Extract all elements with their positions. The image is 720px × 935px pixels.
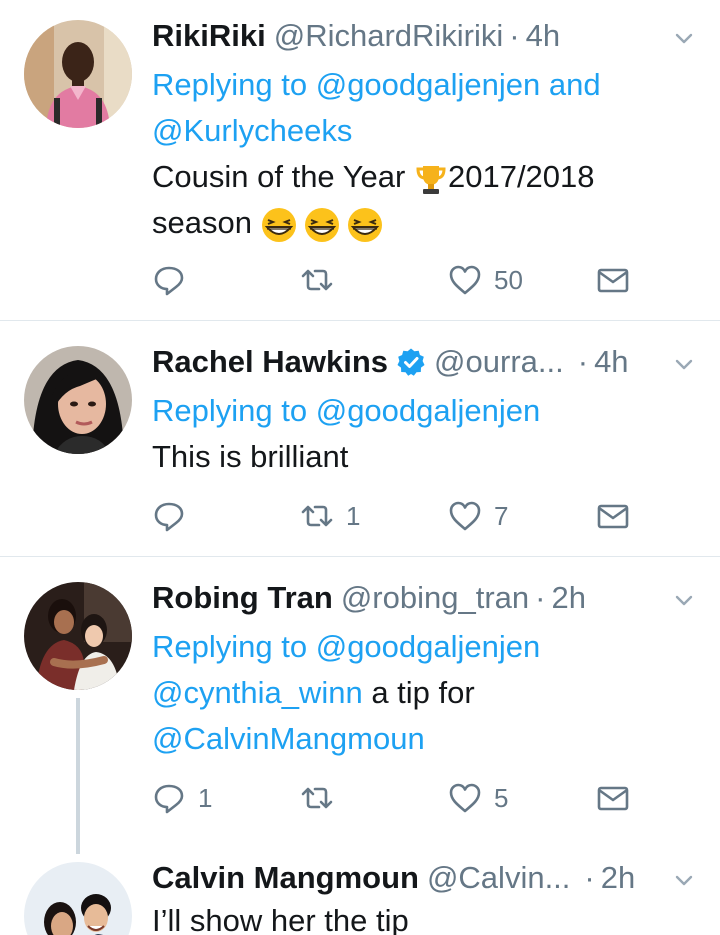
tweet-text-part: I’ll show her the tip: [152, 903, 409, 935]
retweet-button[interactable]: 1: [300, 496, 360, 536]
envelope-icon: [597, 268, 629, 293]
replying-label: Replying to: [152, 67, 308, 102]
replying-label: Replying to: [152, 629, 308, 664]
reply-icon: [154, 266, 184, 296]
tweet-text-part: 2017/2018: [447, 159, 595, 194]
display-name[interactable]: Calvin Mangmoun: [152, 856, 419, 900]
like-count: 7: [494, 500, 509, 531]
mention-link[interactable]: @goodgaljenjen: [316, 629, 541, 664]
tweet-text-line2: season: [152, 200, 385, 246]
tweet-robing[interactable]: Robing Tran @robing_tran · 2h Replying t…: [0, 576, 720, 836]
user-handle[interactable]: @Calvin...: [427, 856, 570, 900]
timestamp[interactable]: 2h: [601, 856, 635, 900]
envelope-icon: [597, 786, 629, 811]
tweet-divider: [0, 556, 720, 557]
tweet-header: Calvin Mangmoun @Calvin... · 2h: [152, 856, 635, 900]
tweet-text-part: a tip for: [371, 675, 475, 710]
mention-link[interactable]: @CalvinMangmoun: [152, 721, 425, 756]
user-handle[interactable]: @ourra...: [434, 340, 564, 384]
heart-icon: [449, 501, 481, 531]
envelope-icon: [597, 504, 629, 529]
display-name[interactable]: Rachel Hawkins: [152, 340, 388, 384]
verified-badge-icon: [397, 348, 425, 376]
chevron-down-icon[interactable]: [672, 868, 696, 892]
tweet-riki[interactable]: RikiRiki @RichardRikiriki · 4h Replying …: [0, 14, 720, 314]
tweet-actions: 1 7: [152, 496, 652, 536]
chevron-down-icon[interactable]: [672, 588, 696, 612]
chevron-down-icon[interactable]: [672, 352, 696, 376]
retweet-count: 1: [346, 500, 361, 531]
mention-link[interactable]: @goodgaljenjen: [316, 67, 541, 102]
tweet-header: Rachel Hawkins @ourra... · 4h: [152, 340, 629, 384]
replying-to: Replying to @goodgaljenjen: [152, 388, 540, 434]
like-button[interactable]: 7: [448, 496, 508, 536]
dm-button[interactable]: [596, 778, 630, 818]
separator-dot: ·: [509, 18, 520, 53]
tweet-text-part: Cousin of the Year: [152, 159, 406, 194]
tweet-divider: [0, 320, 720, 321]
replying-to-cont: @Kurlycheeks: [152, 108, 352, 154]
timestamp[interactable]: 2h: [551, 576, 585, 620]
avatar[interactable]: [24, 862, 132, 935]
avatar[interactable]: [24, 582, 132, 690]
avatar[interactable]: [24, 20, 132, 128]
tweet-text-part: season: [152, 205, 252, 240]
reply-icon: [154, 502, 184, 532]
like-count: 5: [494, 782, 509, 813]
tweet-actions: 1 5: [152, 778, 652, 818]
separator-dot: ·: [577, 344, 589, 379]
mention-link[interactable]: @goodgaljenjen: [316, 393, 541, 428]
chevron-down-icon[interactable]: [672, 26, 696, 50]
user-handle[interactable]: @RichardRikiriki: [274, 14, 504, 58]
reply-button[interactable]: [152, 496, 198, 536]
heart-icon: [449, 783, 481, 813]
separator-dot: ·: [535, 580, 546, 615]
retweet-button[interactable]: [300, 778, 346, 818]
replying-to: Replying to @goodgaljenjen and: [152, 62, 601, 108]
reply-icon: [154, 784, 184, 814]
tweet-text: I’ll show her the tip: [152, 898, 409, 935]
avatar[interactable]: [24, 346, 132, 454]
tweet-header: RikiRiki @RichardRikiriki · 4h: [152, 14, 560, 58]
tweet-text: @cynthia_winn a tip for: [152, 670, 475, 716]
timestamp[interactable]: 4h: [526, 14, 560, 58]
dm-button[interactable]: [596, 260, 630, 300]
like-button[interactable]: 5: [448, 778, 508, 818]
tweet-text-line2: @CalvinMangmoun: [152, 716, 425, 762]
mention-link[interactable]: @cynthia_winn: [152, 675, 363, 710]
like-count: 50: [494, 264, 523, 295]
tweet-text: This is brilliant: [152, 434, 348, 480]
display-name[interactable]: RikiRiki: [152, 14, 266, 58]
reply-count: 1: [198, 782, 213, 813]
tweet-calvin[interactable]: Calvin Mangmoun @Calvin... · 2h I’ll sho…: [0, 856, 720, 935]
tweet-header: Robing Tran @robing_tran · 2h: [152, 576, 586, 620]
replying-label: Replying to: [152, 393, 308, 428]
replying-to: Replying to @goodgaljenjen: [152, 624, 540, 670]
retweet-icon: [301, 269, 333, 291]
timestamp[interactable]: 4h: [594, 340, 628, 384]
heart-icon: [449, 265, 481, 295]
tweet-text-part: This is brilliant: [152, 439, 349, 474]
dm-button[interactable]: [596, 496, 630, 536]
retweet-button[interactable]: [300, 260, 346, 300]
retweet-icon: [301, 787, 333, 809]
retweet-icon: [301, 505, 333, 527]
grinning-squinting-face-emoji: [261, 207, 382, 242]
reply-button[interactable]: 1: [152, 778, 212, 818]
tweet-rachel[interactable]: Rachel Hawkins @ourra... · 4h Replying t…: [0, 340, 720, 550]
mention-link[interactable]: @Kurlycheeks: [152, 113, 352, 148]
reply-button[interactable]: [152, 260, 198, 300]
display-name[interactable]: Robing Tran: [152, 576, 333, 620]
tweet-actions: 50: [152, 260, 652, 300]
trophy-emoji: [416, 165, 446, 194]
replying-and: and: [548, 67, 601, 102]
tweet-text: Cousin of the Year 2017/2018: [152, 154, 595, 200]
user-handle[interactable]: @robing_tran: [341, 576, 529, 620]
like-button[interactable]: 50: [448, 260, 523, 300]
separator-dot: ·: [584, 860, 595, 895]
